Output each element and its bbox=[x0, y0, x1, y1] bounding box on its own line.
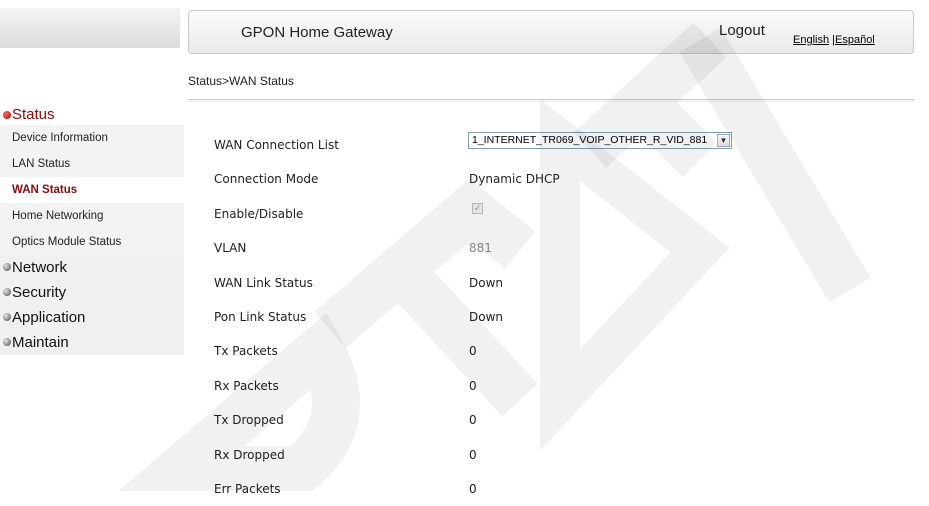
menu-security-label: Security bbox=[12, 284, 67, 301]
menu-maintain[interactable]: Maintain bbox=[0, 330, 184, 355]
connection-mode-label: Connection Mode bbox=[214, 172, 319, 187]
row-tx-dropped: Tx Dropped 0 bbox=[214, 403, 914, 437]
gateway-title: GPON Home Gateway bbox=[241, 24, 393, 41]
rx-packets-value: 0 bbox=[469, 378, 477, 393]
spanish-link[interactable]: Español bbox=[835, 34, 875, 46]
bullet-icon bbox=[3, 263, 11, 271]
sidebar-item-wan-status[interactable]: WAN Status bbox=[0, 177, 184, 203]
rx-dropped-label: Rx Dropped bbox=[214, 447, 285, 462]
row-tx-packets: Tx Packets 0 bbox=[214, 334, 914, 368]
row-wan-link-status: WAN Link Status Down bbox=[214, 266, 914, 300]
bullet-icon bbox=[3, 288, 11, 296]
row-wan-connection-list: WAN Connection List 1_INTERNET_TR069_VOI… bbox=[214, 128, 914, 162]
bullet-icon bbox=[3, 313, 11, 321]
tx-dropped-value: 0 bbox=[469, 413, 477, 428]
wan-connection-select-value: 1_INTERNET_TR069_VOIP_OTHER_R_VID_881 bbox=[472, 134, 708, 146]
row-enable-disable: Enable/Disable ✓ bbox=[214, 197, 914, 231]
wan-status-panel: WAN Connection List 1_INTERNET_TR069_VOI… bbox=[214, 128, 914, 506]
sidebar: Status Device Information LAN Status WAN… bbox=[0, 105, 184, 355]
wan-link-status-label: WAN Link Status bbox=[214, 275, 313, 290]
menu-network-label: Network bbox=[12, 259, 68, 276]
err-packets-label: Err Packets bbox=[214, 481, 281, 496]
bullet-icon bbox=[3, 338, 11, 346]
pon-link-status-label: Pon Link Status bbox=[214, 309, 307, 324]
menu-application[interactable]: Application bbox=[0, 305, 184, 330]
wan-link-status-value: Down bbox=[469, 275, 504, 290]
wan-connection-list-label: WAN Connection List bbox=[214, 138, 339, 152]
sidebar-item-device-information[interactable]: Device Information bbox=[0, 125, 184, 151]
connection-mode-value: Dynamic DHCP bbox=[469, 172, 560, 187]
vlan-value: 881 bbox=[469, 241, 492, 256]
rx-dropped-value: 0 bbox=[469, 447, 477, 462]
row-rx-packets: Rx Packets 0 bbox=[214, 369, 914, 403]
logo-area bbox=[0, 8, 180, 48]
rx-packets-label: Rx Packets bbox=[214, 378, 279, 393]
enable-checkbox[interactable]: ✓ bbox=[472, 202, 483, 214]
wan-connection-select[interactable]: 1_INTERNET_TR069_VOIP_OTHER_R_VID_881 ▼ bbox=[468, 132, 732, 149]
row-err-packets: Err Packets 0 bbox=[214, 472, 914, 506]
menu-application-label: Application bbox=[12, 309, 86, 326]
tx-packets-label: Tx Packets bbox=[214, 344, 278, 359]
row-rx-dropped: Rx Dropped 0 bbox=[214, 438, 914, 472]
language-switcher: English |Español bbox=[793, 34, 875, 46]
pon-link-status-value: Down bbox=[469, 309, 504, 324]
sidebar-item-optics-module-status[interactable]: Optics Module Status bbox=[0, 229, 184, 255]
vlan-label: VLAN bbox=[214, 241, 247, 256]
enable-disable-label: Enable/Disable bbox=[214, 206, 304, 221]
tx-dropped-label: Tx Dropped bbox=[214, 413, 284, 428]
chevron-down-icon[interactable]: ▼ bbox=[717, 134, 730, 147]
english-link[interactable]: English bbox=[793, 34, 829, 46]
row-connection-mode: Connection Mode Dynamic DHCP bbox=[214, 162, 914, 196]
logout-link[interactable]: Logout bbox=[719, 22, 765, 39]
menu-network[interactable]: Network bbox=[0, 255, 184, 280]
row-pon-link-status: Pon Link Status Down bbox=[214, 300, 914, 334]
top-header: GPON Home Gateway Logout English |Españo… bbox=[188, 10, 914, 54]
menu-maintain-label: Maintain bbox=[12, 334, 69, 351]
err-packets-value: 0 bbox=[469, 481, 477, 496]
bullet-icon bbox=[3, 111, 11, 119]
sidebar-item-home-networking[interactable]: Home Networking bbox=[0, 203, 184, 229]
row-vlan: VLAN 881 bbox=[214, 231, 914, 265]
menu-security[interactable]: Security bbox=[0, 280, 184, 305]
header-divider bbox=[188, 99, 914, 102]
menu-status[interactable]: Status bbox=[0, 105, 184, 125]
menu-status-label: Status bbox=[12, 106, 55, 123]
breadcrumb: Status>WAN Status bbox=[188, 74, 294, 88]
sidebar-item-lan-status[interactable]: LAN Status bbox=[0, 151, 184, 177]
tx-packets-value: 0 bbox=[469, 344, 477, 359]
